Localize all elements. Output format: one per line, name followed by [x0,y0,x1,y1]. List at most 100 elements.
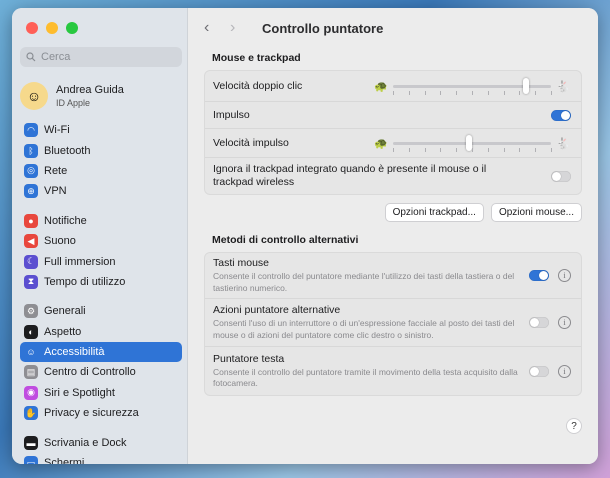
ignore-trackpad-toggle[interactable] [551,170,571,182]
slider-knob[interactable] [465,134,472,151]
slider-tick [519,90,521,95]
ignore-trackpad-label: Ignora il trackpad integrato quando è pr… [213,162,487,188]
sidebar-item-dock[interactable]: ▬ Scrivania e Dock [20,432,182,452]
alt-method-desc: Consente il controllo del puntatore medi… [213,271,515,293]
user-name: Andrea Guida [56,84,124,96]
settings-window: Cerca ☺ Andrea Guida ID Apple ◠ Wi-Fi ᛒ Blu… [12,8,598,464]
sidebar-item-label: Rete [44,164,68,177]
sidebar-item-moon[interactable]: ☾ Full immersion [20,251,182,271]
hand-icon: ✋ [24,406,38,421]
search-icon [26,52,36,62]
close-button[interactable] [26,22,38,34]
slider-tick [503,147,505,152]
sidebar-item-gear[interactable]: ⚙ Generali [20,301,182,321]
sidebar-item-display[interactable]: ▭ Schermi [20,453,182,464]
sidebar-item-bluetooth[interactable]: ᛒ Bluetooth [20,140,182,160]
toolbar: ‹ › Controllo puntatore [188,8,598,48]
trackpad-options-button[interactable]: Opzioni trackpad... [384,203,484,222]
impulse-toggle[interactable] [551,109,571,121]
sidebar-item-label: Suono [44,235,76,248]
alt-method-toggle[interactable] [529,365,549,377]
impulse-speed-slider[interactable]: 🐢 🐇 [373,134,571,152]
double-click-label: Velocità doppio clic [213,80,303,92]
slider-tick [393,90,394,95]
back-chevron-icon[interactable]: ‹ [204,19,230,37]
forward-chevron-icon[interactable]: › [230,19,256,37]
traffic-lights [26,22,78,34]
sidebar-group: ▬ Scrivania e Dock ▭ Schermi [20,432,182,464]
sidebar-item-siri[interactable]: ◉ Siri e Spotlight [20,383,182,403]
sidebar-item-accessibility[interactable]: ☺ Accessibilità [20,341,182,363]
search-placeholder: Cerca [41,51,71,63]
alt-method-row: Tasti mouse Consente il controllo del pun… [205,253,581,299]
slider-tick [551,90,552,95]
slider-tick [519,147,521,152]
sidebar-item-appearance[interactable]: ◐ Aspetto [20,322,182,342]
bluetooth-icon: ᛒ [24,143,38,158]
slider-tick [472,90,473,95]
sidebar-item-label: Scrivania e Dock [44,436,127,449]
slider-knob[interactable] [522,77,529,94]
sidebar: Cerca ☺ Andrea Guida ID Apple ◠ Wi-Fi ᛒ Blu… [12,8,188,464]
sidebar-item-label: Wi-Fi [44,124,70,137]
alt-method-label: Puntatore testa [213,352,285,365]
info-icon[interactable]: i [558,269,571,282]
network-icon: ◎ [24,163,38,178]
mouse-options-button[interactable]: Opzioni mouse... [490,203,582,222]
alt-method-row: Azioni puntatore alternative Consenti l'u… [205,299,581,347]
sidebar-item-bell[interactable]: ● Notifiche [20,211,182,231]
slider-tick [487,147,489,152]
sidebar-item-label: Full immersion [44,255,116,268]
hare-icon: 🐇 [556,80,570,93]
info-icon[interactable]: i [558,316,571,329]
slider-tick [551,147,552,152]
slider-tick [424,90,426,95]
minimize-button[interactable] [46,22,58,34]
slider-tick [424,147,426,152]
alternative-methods-card: Tasti mouse Consente il controllo del pun… [204,252,582,396]
main-panel: ‹ › Controllo puntatore Mouse e trackpad… [188,8,598,464]
user-account[interactable]: ☺ Andrea Guida ID Apple [20,78,182,114]
sidebar-item-hourglass[interactable]: ⧗ Tempo di utilizzo [20,272,182,292]
zoom-button[interactable] [66,22,78,34]
sidebar-item-label: Siri e Spotlight [44,386,115,399]
slider-tick [408,90,410,95]
sidebar-item-hand[interactable]: ✋ Privacy e sicurezza [20,403,182,423]
section-title-alternative-methods: Metodi di controllo alternativi [212,234,359,246]
sidebar-item-label: Privacy e sicurezza [44,407,139,420]
info-icon[interactable]: i [558,364,571,378]
sidebar-item-label: Bluetooth [44,144,91,157]
speaker-icon: ◀ [24,234,38,249]
sidebar-item-wifi[interactable]: ◠ Wi-Fi [20,120,182,140]
help-button[interactable]: ? [566,418,582,434]
impulse-speed-label: Velocità impulso [213,137,289,149]
alt-method-row: Puntatore testa Consente il controllo del… [205,347,581,395]
sidebar-item-speaker[interactable]: ◀ Suono [20,231,182,251]
sidebar-item-vpn[interactable]: ⊕ VPN [20,181,182,201]
sidebar-item-control-center[interactable]: ▤ Centro di Controllo [20,362,182,382]
slider-tick [472,147,473,152]
bell-icon: ● [24,213,38,228]
turtle-icon: 🐢 [374,137,388,150]
sidebar-item-label: Schermi [44,457,85,464]
accessibility-icon: ☺ [24,345,38,360]
page-title: Controllo puntatore [262,20,384,36]
alt-method-desc: Consente il controllo del puntatore tram… [213,366,518,388]
sidebar-item-label: Generali [44,305,86,318]
slider-tick [487,90,489,95]
slider-tick [503,90,505,95]
alt-method-toggle[interactable] [529,317,549,328]
search-input[interactable]: Cerca [20,47,182,67]
user-subtitle: ID Apple [56,98,91,108]
sidebar-item-network[interactable]: ◎ Rete [20,161,182,181]
slider-tick [456,147,458,152]
alt-method-desc: Consenti l'uso di un interruttore o di u… [213,318,515,340]
dock-icon: ▬ [24,435,38,450]
sidebar-item-label: Tempo di utilizzo [44,275,126,288]
display-icon: ▭ [24,456,38,464]
siri-icon: ◉ [24,385,38,400]
alt-method-toggle[interactable] [529,270,549,281]
mouse-trackpad-card: Velocità doppio clic 🐢 🐇 Impulso Velocit… [204,70,582,195]
double-click-slider[interactable]: 🐢 🐇 [373,77,571,95]
sidebar-group: ◠ Wi-Fi ᛒ Bluetooth ◎ Rete ⊕ VPN [20,120,182,202]
